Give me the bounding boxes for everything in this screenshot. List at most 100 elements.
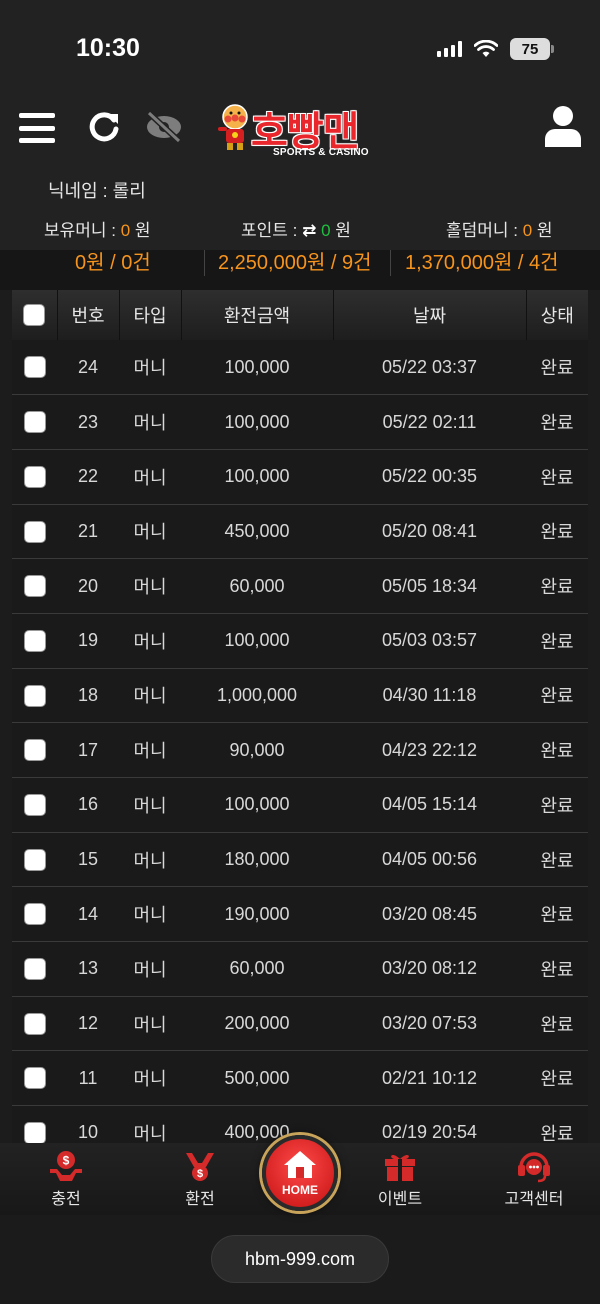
- nav-support[interactable]: 고객센터: [484, 1149, 584, 1209]
- table-row: 17 머니 90,000 04/23 22:12 완료: [12, 723, 588, 778]
- table-row: 18 머니 1,000,000 04/30 11:18 완료: [12, 668, 588, 723]
- row-status: 완료: [540, 413, 574, 434]
- row-checkbox[interactable]: [23, 958, 46, 981]
- select-all-checkbox[interactable]: [23, 304, 46, 327]
- home-icon: [284, 1151, 316, 1178]
- row-type: 머니: [133, 522, 167, 543]
- row-number: 10: [77, 1122, 99, 1143]
- row-checkbox[interactable]: [23, 629, 46, 652]
- column-header: 타입: [119, 290, 182, 340]
- row-date: 05/20 08:41: [381, 520, 478, 541]
- signal-icon: [437, 41, 462, 57]
- row-checkbox[interactable]: [23, 793, 46, 816]
- row-date: 05/05 18:34: [381, 575, 478, 596]
- row-type: 머니: [133, 795, 167, 816]
- select-cell: [12, 887, 57, 942]
- row-status: 완료: [540, 686, 574, 707]
- row-amount: 200,000: [224, 1013, 290, 1034]
- table-row: 21 머니 450,000 05/20 08:41 완료: [12, 504, 588, 559]
- row-checkbox[interactable]: [23, 356, 46, 379]
- exchange-summary: 0원 / 0건 2,250,000원 / 9건 1,370,000원 / 4건: [0, 250, 600, 290]
- row-number: 14: [77, 903, 99, 924]
- row-type: 머니: [133, 741, 167, 762]
- table-row: 12 머니 200,000 03/20 07:53 완료: [12, 996, 588, 1051]
- row-date: 03/20 08:12: [381, 958, 478, 979]
- status-time: 10:30: [76, 34, 140, 62]
- select-cell: [12, 668, 57, 723]
- headset-icon: [518, 1152, 550, 1183]
- row-number: 18: [77, 684, 99, 705]
- row-status: 완료: [540, 1069, 574, 1090]
- row-type: 머니: [133, 631, 167, 652]
- points: 포인트 : ⇄ 0 원: [241, 221, 351, 240]
- row-type: 머니: [133, 686, 167, 707]
- row-status: 완료: [540, 741, 574, 762]
- row-checkbox[interactable]: [23, 739, 46, 762]
- row-checkbox[interactable]: [23, 575, 46, 598]
- holding-money-value: 0: [120, 221, 131, 240]
- select-cell: [12, 1051, 57, 1106]
- row-checkbox[interactable]: [23, 465, 46, 488]
- row-number: 22: [77, 466, 99, 487]
- row-date: 05/22 03:37: [381, 356, 478, 377]
- row-type: 머니: [133, 1123, 167, 1144]
- row-date: 05/22 02:11: [382, 411, 477, 432]
- row-checkbox[interactable]: [23, 684, 46, 707]
- row-status: 완료: [540, 1123, 574, 1144]
- row-checkbox[interactable]: [23, 411, 46, 434]
- refresh-icon[interactable]: [86, 109, 122, 145]
- row-checkbox[interactable]: [23, 1067, 46, 1090]
- row-amount: 1,000,000: [216, 684, 298, 705]
- brand-logo[interactable]: 호빵맨 SPORTS & CASINO: [215, 101, 390, 161]
- user-icon[interactable]: [543, 105, 583, 147]
- table-row: 13 머니 60,000 03/20 08:12 완료: [12, 942, 588, 997]
- svg-text:$: $: [63, 1154, 70, 1168]
- table-header: 번호 타입 환전금액 날짜 상태: [12, 290, 588, 340]
- table-row: 22 머니 100,000 05/22 00:35 완료: [12, 449, 588, 505]
- row-number: 13: [77, 958, 99, 979]
- select-cell: [12, 613, 57, 668]
- url-bar[interactable]: hbm-999.com: [211, 1235, 389, 1283]
- summary-completed: 2,250,000원 / 9건: [218, 252, 372, 274]
- row-date: 04/30 11:18: [382, 684, 477, 705]
- row-checkbox[interactable]: [23, 1012, 46, 1035]
- nav-event[interactable]: 이벤트: [350, 1149, 450, 1209]
- select-cell: [12, 559, 57, 614]
- row-amount: 500,000: [224, 1067, 290, 1088]
- row-type: 머니: [133, 1014, 167, 1035]
- table-row: 24 머니 100,000 05/22 03:37 완료: [12, 340, 588, 395]
- row-date: 03/20 07:53: [381, 1013, 478, 1034]
- charge-icon: $: [50, 1151, 82, 1181]
- svg-text:$: $: [197, 1168, 203, 1180]
- row-checkbox[interactable]: [23, 1122, 46, 1145]
- nav-charge[interactable]: $ 충전: [16, 1149, 116, 1209]
- row-status: 완료: [540, 959, 574, 980]
- select-cell: [12, 395, 57, 450]
- row-number: 24: [77, 356, 99, 377]
- nickname: 닉네임 : 롤리: [48, 181, 146, 201]
- table-row: 23 머니 100,000 05/22 02:11 완료: [12, 395, 588, 450]
- row-status: 완료: [540, 522, 574, 543]
- row-number: 12: [77, 1013, 99, 1034]
- row-checkbox[interactable]: [23, 848, 46, 871]
- row-checkbox[interactable]: [23, 903, 46, 926]
- row-date: 05/03 03:57: [381, 630, 478, 651]
- header: 호빵맨 SPORTS & CASINO 닉네임 : 롤리 보유머니 : 0 원 …: [0, 95, 600, 250]
- row-type: 머니: [133, 358, 167, 379]
- nav-home[interactable]: HOME: [262, 1135, 338, 1211]
- nav-exchange[interactable]: $ 환전: [150, 1149, 250, 1209]
- select-cell: [12, 449, 57, 504]
- row-type: 머니: [133, 467, 167, 488]
- convert-arrows-icon[interactable]: ⇄: [302, 221, 316, 240]
- row-type: 머니: [133, 1069, 167, 1090]
- row-amount: 100,000: [224, 411, 290, 432]
- row-amount: 90,000: [229, 739, 285, 760]
- row-checkbox[interactable]: [23, 520, 46, 543]
- row-date: 03/20 08:45: [381, 903, 478, 924]
- row-amount: 60,000: [229, 575, 285, 596]
- row-amount: 180,000: [224, 849, 290, 870]
- row-date: 04/23 22:12: [381, 739, 478, 760]
- menu-icon[interactable]: [19, 113, 55, 143]
- eye-off-icon[interactable]: [143, 109, 185, 145]
- brand-sub: SPORTS & CASINO: [273, 147, 369, 158]
